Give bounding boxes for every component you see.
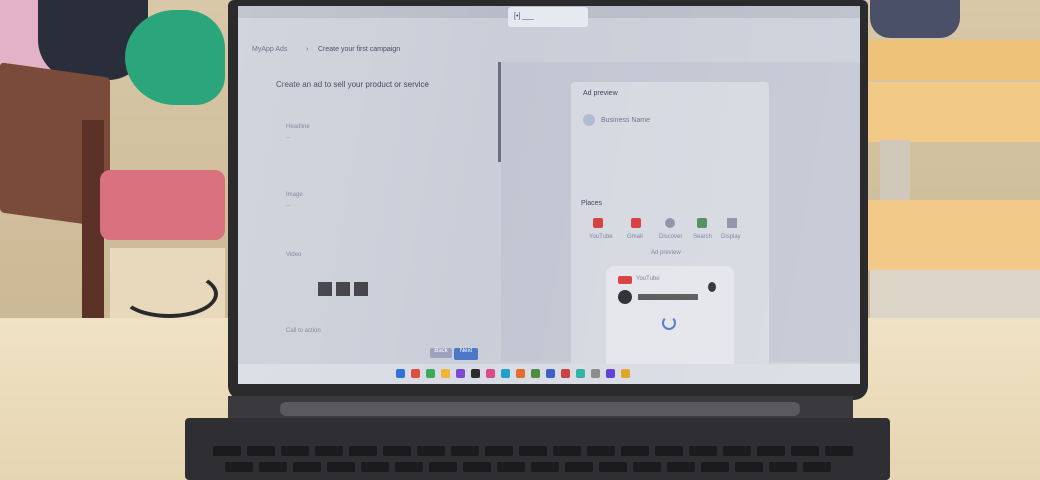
section-label: Call to action [286,328,321,334]
format-label: Search [693,234,713,240]
card-title: Ad preview [583,90,618,97]
laptop-keyboard [185,418,890,480]
format-label: Display [721,234,741,240]
right-desk-top [862,40,1040,80]
discover-icon[interactable] [665,218,675,228]
browser-tab-active[interactable]: [•] ___ [508,7,588,27]
app-header: MyApp Ads › Create your first campaign [238,40,860,62]
bicycle-wheel [120,270,218,318]
preview-label: Ad preview [651,250,681,256]
search-icon[interactable] [697,218,707,228]
taskbar [238,364,860,384]
display-icon[interactable] [727,218,737,228]
taskbar-app-icon[interactable] [561,369,570,378]
taskbar-app-icon[interactable] [486,369,495,378]
app-name[interactable]: MyApp Ads [252,46,287,53]
redacted-text [638,294,698,300]
right-desk-band [862,82,1040,142]
phone-preview: YouTube [606,266,734,376]
section-label: Image [286,192,303,198]
green-bag [125,10,225,105]
taskbar-app-icon[interactable] [426,369,435,378]
key-row [213,446,853,456]
formats-label: Places [581,200,603,207]
taskbar-app-icon[interactable] [606,369,615,378]
youtube-icon[interactable] [593,218,603,228]
taskbar-app-icon[interactable] [531,369,540,378]
right-desk-legs [870,270,1040,320]
right-desk-second [858,200,1040,270]
thumbnail[interactable] [318,282,332,296]
pin-icon [708,282,716,292]
format-label: Gmail [627,234,643,240]
taskbar-app-icon[interactable] [546,369,555,378]
back-button[interactable]: Back [430,348,452,358]
taskbar-app-icon[interactable] [411,369,420,378]
taskbar-app-icon[interactable] [396,369,405,378]
taskbar-app-icon[interactable] [576,369,585,378]
form-heading: Create an ad to sell your product or ser… [276,80,429,89]
taskbar-app-icon[interactable] [621,369,630,378]
laptop-hinge-bar [280,402,800,416]
youtube-logo-icon [618,276,632,284]
laptop-screen: [•] ___ MyApp Ads › Create your first ca… [238,6,860,384]
page-title: Create your first campaign [318,46,401,53]
format-label: YouTube [589,234,613,240]
key-row [225,462,831,472]
gmail-icon[interactable] [631,218,641,228]
loading-spinner-icon [662,316,676,330]
thumbnail[interactable] [336,282,350,296]
tab-label: [•] ___ [514,13,534,20]
channel-avatar [618,290,632,304]
breadcrumb-separator: › [306,46,309,53]
section-value[interactable]: ... [286,202,291,208]
thumbnail[interactable] [354,282,368,296]
taskbar-app-icon[interactable] [591,369,600,378]
next-button[interactable]: Next [454,348,478,360]
taskbar-app-icon[interactable] [456,369,465,378]
ad-form-pane: Create an ad to sell your product or ser… [238,62,496,362]
taskbar-app-icon[interactable] [441,369,450,378]
advertiser-name: Business Name [601,117,651,124]
red-basket [100,170,225,240]
section-label: Video [286,252,302,258]
section-value[interactable]: ... [286,134,291,140]
section-label: Headline [286,124,310,130]
format-label: Discover [659,234,683,240]
taskbar-app-icon[interactable] [516,369,525,378]
person-right [870,0,960,38]
taskbar-app-icon[interactable] [501,369,510,378]
taskbar-app-icon[interactable] [471,369,480,378]
brand-label: YouTube [636,276,660,282]
advertiser-avatar [583,114,595,126]
